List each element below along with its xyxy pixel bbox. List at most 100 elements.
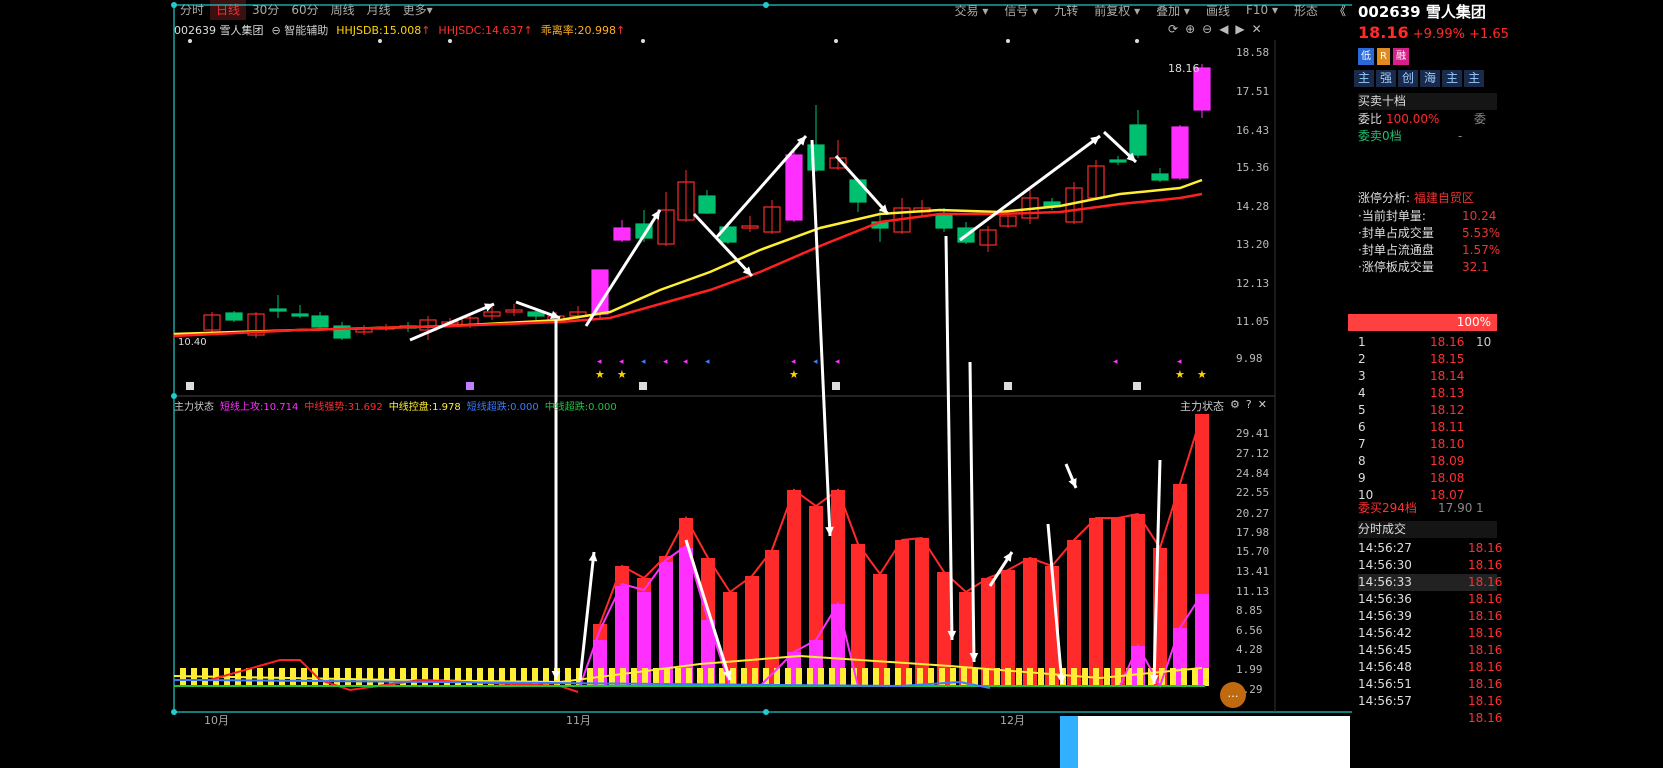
trade-time: 14:56:39	[1358, 609, 1412, 623]
trade-row[interactable]: 14:56:39 18.16	[1358, 608, 1502, 625]
buy-level-row[interactable]: 3 18.14	[1358, 368, 1497, 385]
candle-body	[591, 269, 609, 315]
buy-level-price: 18.08	[1430, 471, 1465, 485]
flag-signal: ◂	[835, 357, 840, 367]
buy-total-row: 委买294档 17.90 1	[1358, 500, 1497, 517]
mid-ctrl-bar	[785, 668, 791, 686]
price-tick: 11.05	[1236, 315, 1270, 328]
mid-ctrl-bar	[873, 668, 879, 686]
trade-row[interactable]: 14:56:48 18.16	[1358, 659, 1502, 676]
buy-level-row[interactable]: 2 18.15	[1358, 351, 1497, 368]
mid-ctrl-bar	[1027, 668, 1033, 686]
candle-body	[1109, 159, 1127, 163]
buy-level-row[interactable]: 7 18.10	[1358, 436, 1497, 453]
tag-r[interactable]: R	[1377, 48, 1390, 65]
settings-icon[interactable]: ⚙	[1230, 398, 1240, 414]
commit-extra: 委	[1474, 112, 1487, 126]
frame-handle	[763, 709, 769, 715]
mid-ctrl-bar	[367, 668, 373, 686]
buy-strength-bar: 100%	[1348, 314, 1497, 331]
mid-strong-bar	[1089, 518, 1103, 686]
tag-margin[interactable]: 融	[1392, 48, 1409, 65]
buy-level-num: 5	[1358, 403, 1366, 417]
annotation-arrow	[409, 302, 495, 342]
help-icon[interactable]: ?	[1246, 398, 1252, 414]
sub-infobar: 主力状态 短线上攻:10.714 中线强势:31.692 中线控盘:1.978 …	[174, 398, 617, 413]
buy-level-row[interactable]: 8 18.09	[1358, 453, 1497, 470]
flag-signal: ◂	[1177, 357, 1182, 367]
side-header: 002639 雪人集团	[1358, 4, 1497, 21]
buy-level-price: 18.16	[1430, 335, 1465, 349]
kline-chart[interactable]: ★ ★ ★ ★ ★◂ ◂ ◂ ◂ ◂ ◂ ◂ ◂◂ ◂ ◂	[0, 0, 1352, 768]
mid-strong-bar	[1023, 558, 1037, 686]
trade-row[interactable]: 14:56:42 18.16	[1358, 625, 1502, 642]
side-tab-chuang[interactable]: 创	[1398, 70, 1419, 87]
mid-ctrl-bar	[895, 668, 901, 686]
buy-level-row[interactable]: 5 18.12	[1358, 402, 1497, 419]
side-tab-strong[interactable]: 强	[1376, 70, 1397, 87]
trade-row[interactable]: 14:56:30 18.16	[1358, 557, 1502, 574]
annotation-arrowhead	[550, 310, 560, 320]
limit-place: 福建自贸区	[1413, 191, 1474, 205]
short-up-value: 短线上攻:10.714	[220, 402, 299, 413]
annotation-arrow	[584, 209, 662, 327]
flag-signal: ◂	[683, 357, 688, 367]
buy-level-num: 1	[1358, 335, 1366, 349]
candle-body	[291, 313, 309, 317]
indicator-tick: 13.41	[1236, 565, 1270, 578]
stat-key: ·当前封单量:	[1358, 209, 1426, 223]
event-marker	[639, 382, 647, 390]
trade-row[interactable]: 14:56:36 18.16	[1358, 591, 1502, 608]
news-dot	[1135, 39, 1139, 43]
flag-signal: ◂	[1113, 357, 1118, 367]
candle-body	[1151, 173, 1169, 181]
price-tick: 9.98	[1236, 352, 1263, 365]
stat-key: ·涨停板成交量	[1358, 260, 1434, 274]
trade-row[interactable]: 18.16	[1358, 710, 1502, 727]
side-tab-main[interactable]: 主	[1354, 70, 1375, 87]
trade-row[interactable]: 14:56:51 18.16	[1358, 676, 1502, 693]
buy-level-num: 4	[1358, 386, 1366, 400]
mid-ctrl-bar	[752, 668, 758, 686]
stat-value: 5.53%	[1462, 226, 1501, 240]
news-dot	[1006, 39, 1010, 43]
mid-ctrl-bar	[906, 668, 912, 686]
short-up-line	[579, 544, 1203, 689]
quote-side-panel: 002639 雪人集团 18.16 +9.99% +1.65 低 R 融 主 强…	[1348, 0, 1509, 768]
buy-level-row[interactable]: 4 18.13	[1358, 385, 1497, 402]
stock-chart-app: 分时 日线 30分 60分 周线 月线 更多▾ 交易 ▾ 信号 ▾ 九转 前复权…	[0, 0, 1663, 768]
trade-row[interactable]: 14:56:45 18.16	[1358, 642, 1502, 659]
buy-level-row[interactable]: 1 18.16 10	[1358, 334, 1497, 351]
stat-key: ·封单占流通盘	[1358, 243, 1434, 257]
side-tab-main2[interactable]: 主	[1442, 70, 1463, 87]
news-dot	[378, 39, 382, 43]
sub-panel-icons: 主力状态 ⚙? ✕	[1180, 398, 1267, 414]
mid-strong-bar	[765, 550, 779, 686]
event-marker	[186, 382, 194, 390]
price-tick: 12.13	[1236, 277, 1270, 290]
trade-row[interactable]: 14:56:33 18.16	[1358, 574, 1502, 591]
sub-close-icon[interactable]: ✕	[1258, 398, 1267, 414]
buy-level-row[interactable]: 9 18.08	[1358, 470, 1497, 487]
flag-signal: ◂	[705, 357, 710, 367]
event-marker	[1004, 382, 1012, 390]
trade-time: 14:56:33	[1358, 575, 1412, 589]
star-signal: ★	[789, 368, 799, 381]
trade-row[interactable]: 14:56:27 18.16	[1358, 540, 1502, 557]
more-floating-button[interactable]: …	[1220, 682, 1246, 708]
mid-ctrl-bar	[1192, 668, 1198, 686]
mid-ctrl-value: 中线控盘:1.978	[388, 402, 461, 413]
trade-row[interactable]: 14:56:57 18.16	[1358, 693, 1502, 710]
mid-ctrl-bar	[983, 668, 989, 686]
side-tab-main3[interactable]: 主	[1464, 70, 1485, 87]
side-tab-hai[interactable]: 海	[1420, 70, 1441, 87]
limit-stat-row: ·涨停板成交量 32.1	[1358, 259, 1497, 276]
trade-price: 18.16	[1468, 660, 1503, 674]
buy-level-row[interactable]: 6 18.11	[1358, 419, 1497, 436]
commit-ratio-row: 委比 100.00% 委	[1358, 111, 1497, 128]
side-pct: +9.99%	[1412, 27, 1465, 42]
tag-low[interactable]: 低	[1358, 48, 1374, 65]
indicator-tick: 1.99	[1236, 663, 1263, 676]
buy-level-price: 18.10	[1430, 437, 1465, 451]
side-chg: +1.65	[1469, 27, 1509, 42]
